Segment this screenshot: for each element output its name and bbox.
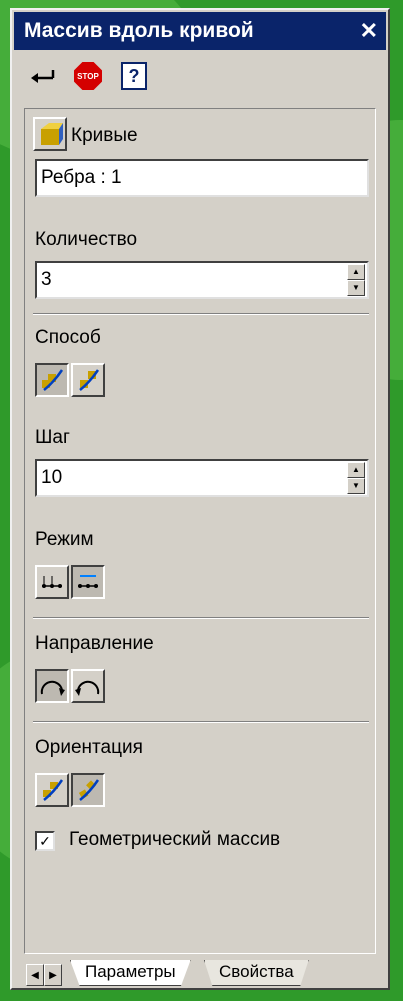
step-stepper[interactable]: 10 ▲ ▼ [35,459,369,497]
mode-label: Режим [35,529,94,550]
tab-scroll-right-icon[interactable]: ▶ [44,964,62,986]
step-down-arrow[interactable]: ▼ [347,478,365,494]
method-icon-1 [42,369,64,391]
step-label: Шаг [35,427,70,448]
tab-properties[interactable]: Свойства [204,960,309,986]
mode-button-2[interactable] [71,565,105,599]
separator [33,617,369,619]
count-label: Количество [35,229,138,250]
method-label: Способ [35,327,101,348]
direction-cw-button[interactable] [35,669,69,703]
help-icon: ? [121,62,147,90]
separator [33,313,369,315]
method-button-2[interactable] [71,363,105,397]
orientation-button-2[interactable] [71,773,105,807]
parameters-pane: Кривые Ребра : 1 Количество 3 ▲ ▼ Способ… [24,108,376,954]
stop-button[interactable]: STOP [74,62,102,90]
curves-label: Кривые [71,125,138,146]
mode-icon-2 [78,575,98,588]
mode-icon-1 [42,576,62,588]
method-button-1[interactable] [35,363,69,397]
title-bar: Массив вдоль кривой ✕ [14,12,386,50]
count-value: 3 [41,269,52,290]
orientation-icon-1 [43,779,64,801]
mode-button-1[interactable] [35,565,69,599]
orientation-label: Ориентация [35,737,143,758]
count-stepper[interactable]: 3 ▲ ▼ [35,261,369,299]
tab-strip: ◀ ▶ Параметры Свойства [26,960,382,988]
curves-icon [41,123,63,145]
enter-button[interactable] [28,62,56,90]
direction-cw-icon [40,680,65,696]
step-value: 10 [41,467,63,488]
curves-select-button[interactable] [33,117,67,151]
count-up-arrow[interactable]: ▲ [347,264,365,280]
tab-scroll-left-icon[interactable]: ◀ [26,964,44,986]
enter-icon [31,70,55,83]
separator [33,721,369,723]
window-title: Массив вдоль кривой [24,19,254,42]
curves-field[interactable]: Ребра : 1 [35,159,369,197]
toolbar: STOP ? [28,62,148,90]
tab-parameters[interactable]: Параметры [70,960,191,986]
step-spin-arrows: ▲ ▼ [347,462,365,494]
count-down-arrow[interactable]: ▼ [347,280,365,296]
orientation-button-1[interactable] [35,773,69,807]
direction-ccw-icon [75,680,100,696]
direction-label: Направление [35,633,154,654]
help-button[interactable]: ? [120,62,148,90]
step-up-arrow[interactable]: ▲ [347,462,365,478]
method-icon-2 [79,369,100,391]
stop-icon: STOP [74,62,102,90]
geometric-array-checkbox[interactable]: ✓ [35,831,55,851]
direction-ccw-button[interactable] [71,669,105,703]
count-spin-arrows: ▲ ▼ [347,264,365,296]
tab-scroll-buttons: ◀ ▶ [26,964,62,986]
array-along-curve-panel: Массив вдоль кривой ✕ STOP ? Кривые Ребр [10,8,390,990]
geometric-array-label: Геометрический массив [69,829,281,850]
orientation-icon-2 [78,779,100,801]
close-icon[interactable]: ✕ [360,20,378,42]
